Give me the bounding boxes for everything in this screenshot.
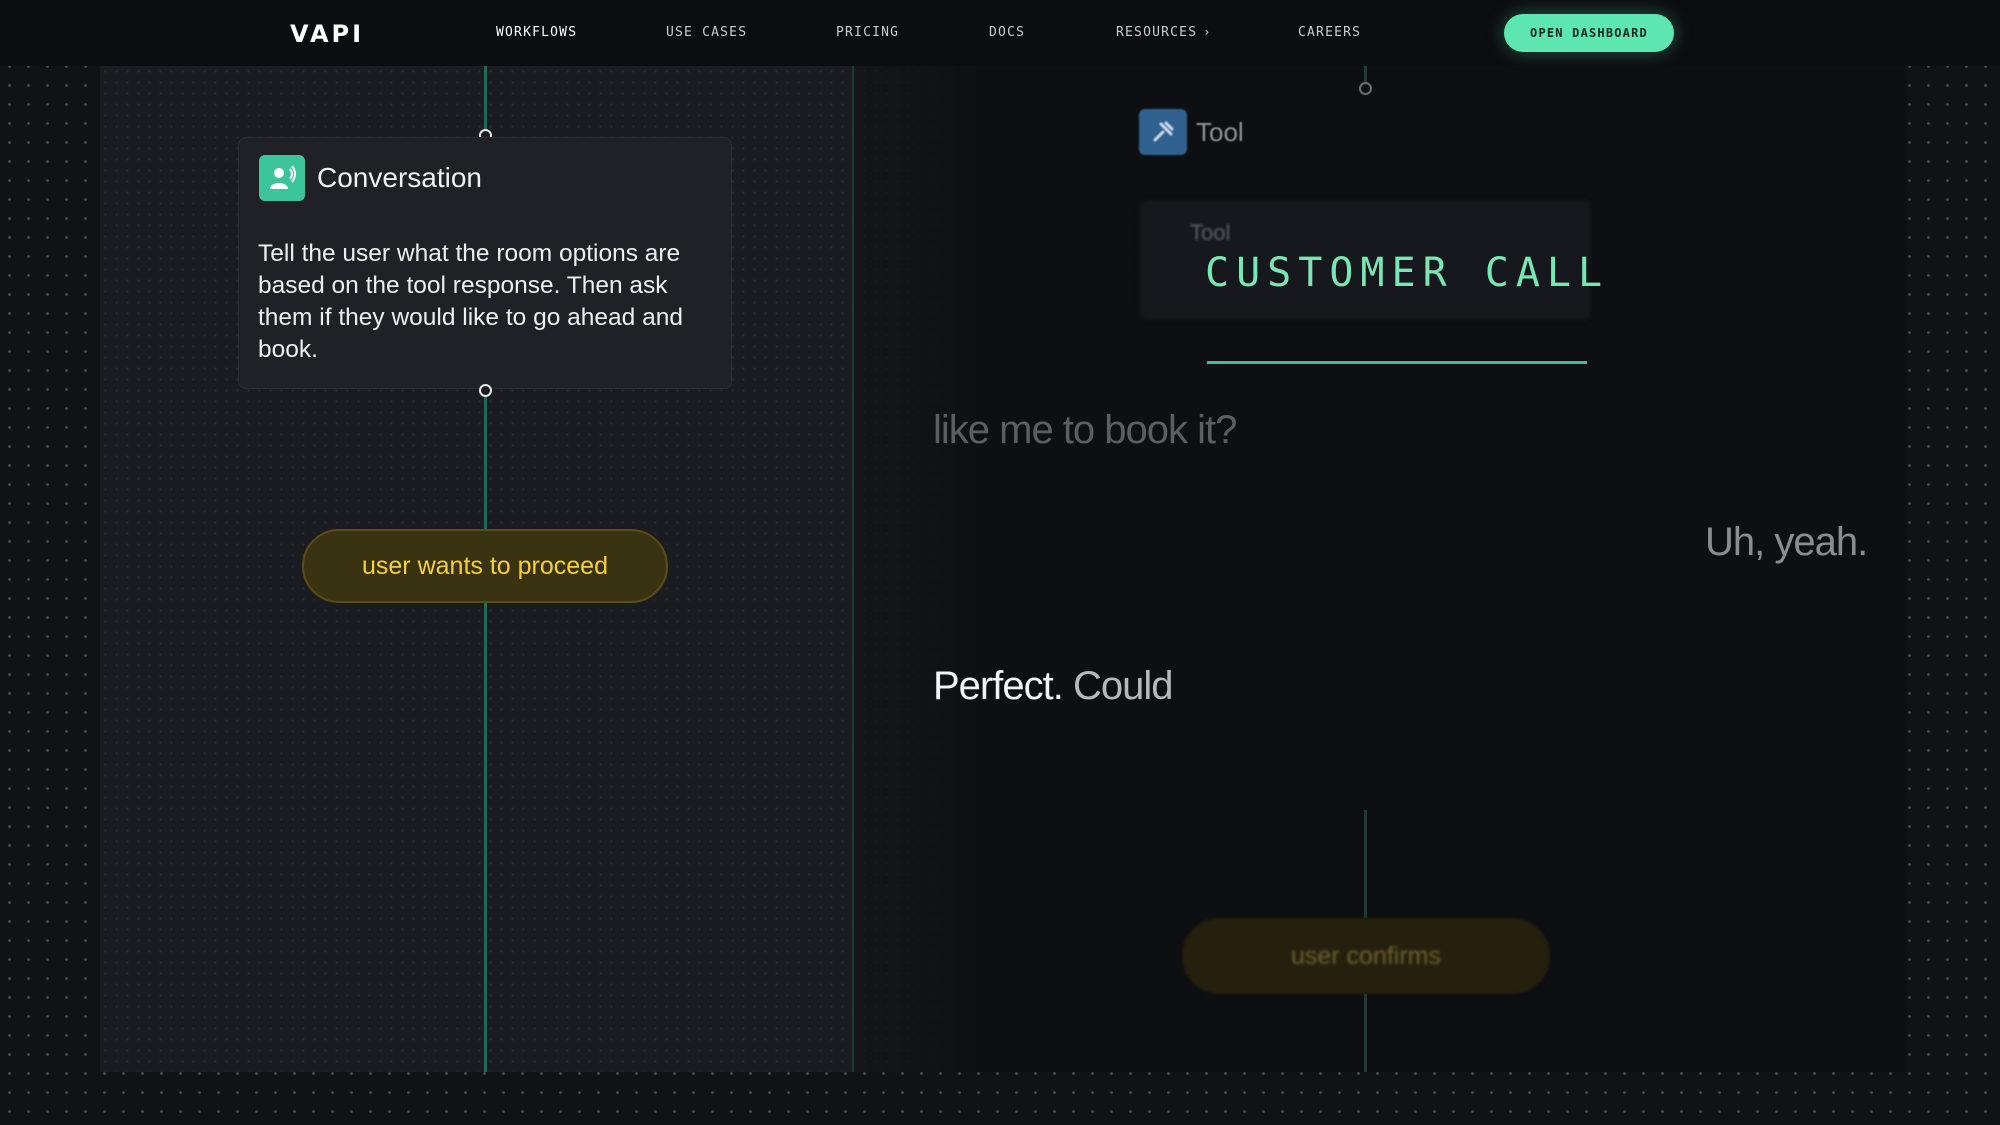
confirm-edge-line-bottom (1364, 994, 1367, 1072)
nav-link-careers[interactable]: CAREERS (1298, 25, 1361, 40)
conversation-node[interactable]: Conversation Tell the user what the room… (238, 137, 732, 389)
transcript-assistant-previous: like me to book it? (933, 408, 1237, 452)
customer-call-heading: CUSTOMER CALL (1205, 250, 1610, 296)
edge-line-top (484, 66, 487, 136)
edge-line-middle (484, 390, 487, 530)
handle-bottom-dot[interactable] (479, 384, 492, 397)
chevron-right-icon: › (1203, 25, 1212, 39)
conversation-icon (259, 155, 305, 201)
nav-link-resources-label: RESOURCES (1116, 25, 1198, 40)
top-nav: VAPI WORKFLOWS USE CASES PRICING DOCS RE… (0, 0, 2000, 66)
tool-node-subtitle: Tool (1190, 220, 1231, 245)
tool-node-title: Tool (1196, 117, 1244, 147)
open-dashboard-button[interactable]: OPEN DASHBOARD (1504, 14, 1674, 52)
edge-condition-user-confirms[interactable]: user confirms (1182, 918, 1550, 994)
vapi-logo[interactable]: VAPI (290, 20, 364, 48)
confirm-edge-line-top (1364, 810, 1367, 918)
edge-condition-user-wants-to-proceed[interactable]: user wants to proceed (302, 529, 668, 603)
conversation-node-prompt: Tell the user what the room options are … (258, 240, 683, 363)
nav-link-resources[interactable]: RESOURCES › (1116, 25, 1212, 40)
transcript-assistant-current: Perfect. Could (933, 664, 1174, 709)
conversation-node-title: Conversation (317, 162, 482, 193)
nav-link-workflows[interactable]: WORKFLOWS (496, 25, 577, 40)
transcript-user-reply: Uh, yeah. (1705, 520, 1868, 564)
transcript-spoken: Perfect. (933, 664, 1064, 708)
nav-link-docs[interactable]: DOCS (989, 25, 1025, 40)
edge-line-bottom (484, 603, 487, 1072)
customer-call-underline (1207, 361, 1587, 364)
nav-link-use-cases[interactable]: USE CASES (666, 25, 747, 40)
tool-icon (1139, 109, 1187, 155)
tool-handle-dot (1359, 82, 1372, 95)
nav-link-pricing[interactable]: PRICING (836, 25, 899, 40)
transcript-speaking: Could (1072, 664, 1174, 708)
